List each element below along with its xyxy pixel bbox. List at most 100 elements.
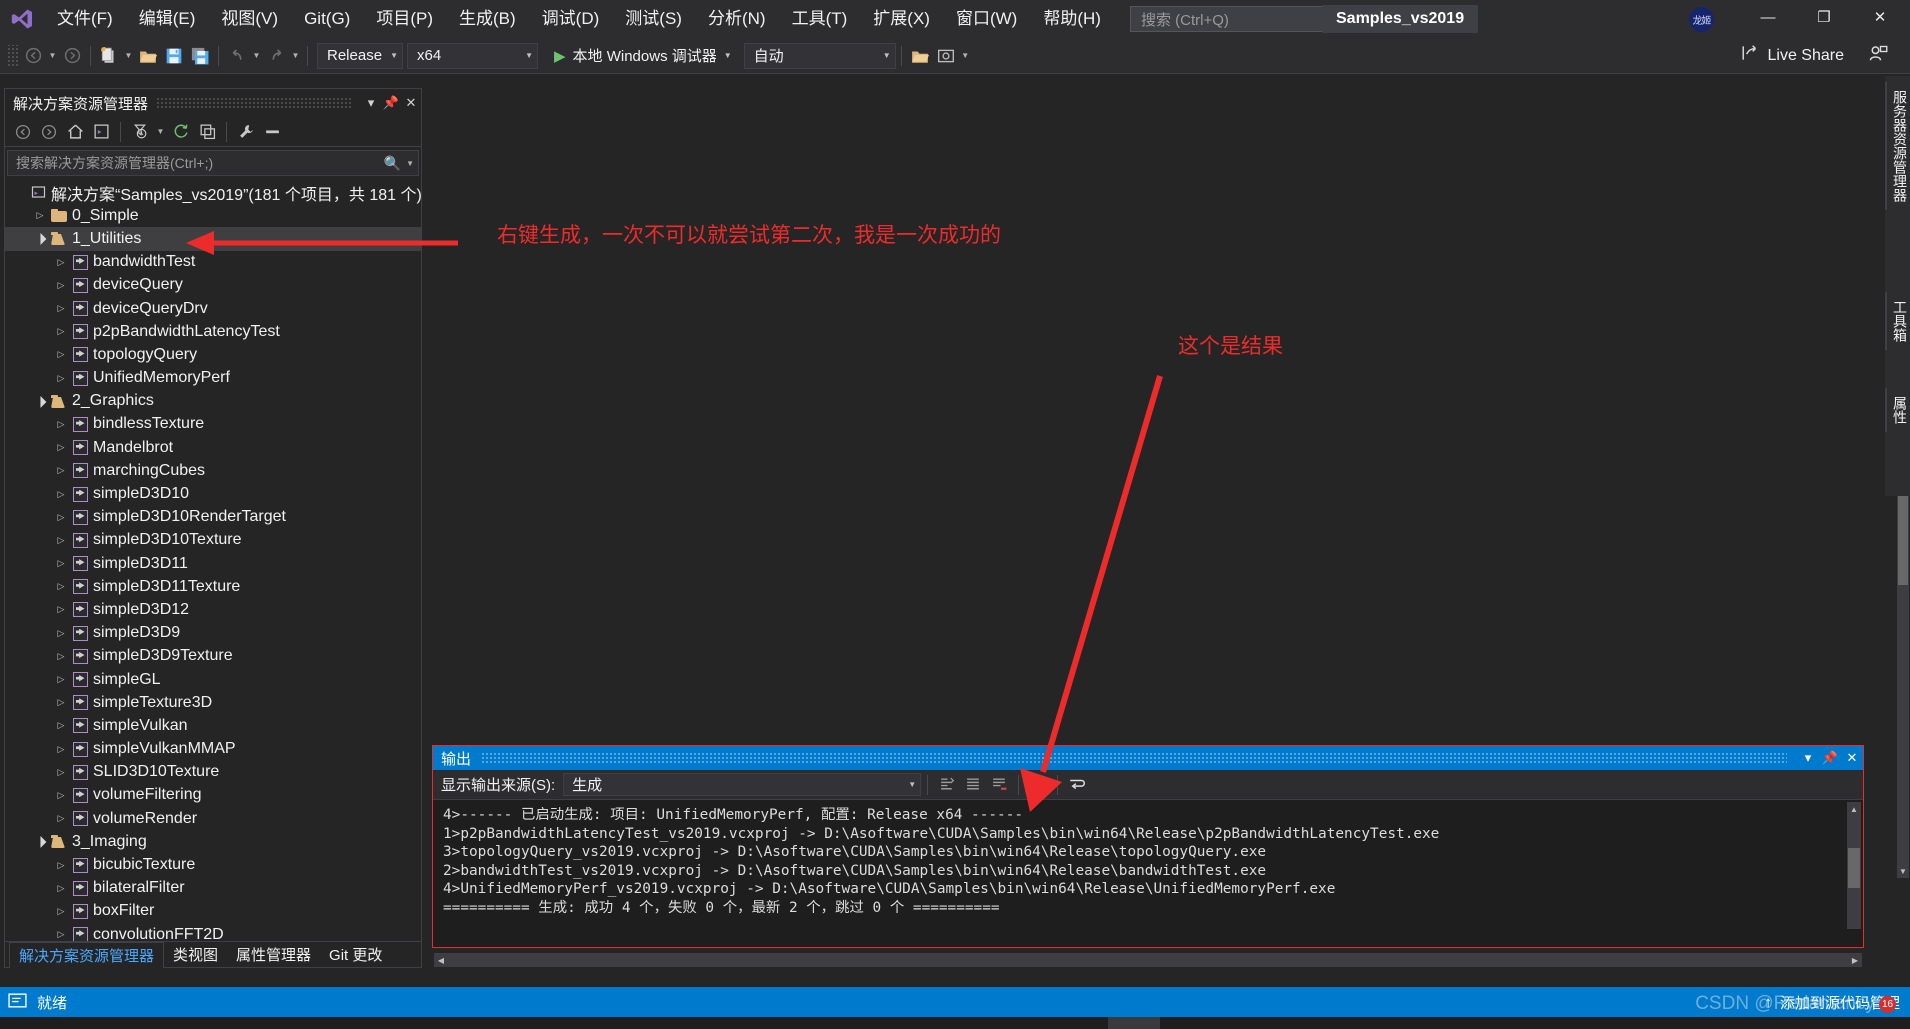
redo-icon[interactable] (263, 43, 289, 69)
pending-changes-filter-icon[interactable] (128, 120, 152, 144)
scroll-down-icon[interactable]: ▼ (1897, 865, 1909, 878)
back-icon[interactable] (11, 120, 35, 144)
start-debug-button[interactable]: ▶ 本地 Windows 调试器 ▼ (546, 43, 736, 69)
chevron-right-icon[interactable]: ▷ (53, 929, 69, 940)
tree-item[interactable]: ▷ convolutionFFT2D (5, 923, 421, 941)
chevron-right-icon[interactable]: ▷ (53, 489, 69, 500)
chevron-right-icon[interactable]: ▷ (53, 604, 69, 615)
tree-item[interactable]: ▷ SLID3D10Texture (5, 761, 421, 784)
tree-item[interactable]: ▷ simpleD3D9 (5, 622, 421, 645)
chevron-right-icon[interactable]: ▷ (53, 813, 69, 824)
menu-item-file[interactable]: 文件(F) (44, 0, 126, 38)
scroll-right-icon[interactable]: ▶ (1848, 953, 1862, 967)
output-text-area[interactable]: 4>------ 已启动生成: 项目: UnifiedMemoryPerf, 配… (433, 800, 1863, 947)
menu-item-extensions[interactable]: 扩展(X) (860, 0, 943, 38)
tree-item[interactable]: ▷ simpleVulkanMMAP (5, 738, 421, 761)
panel-drag-dots[interactable] (481, 752, 1787, 764)
chevron-right-icon[interactable]: ▷ (53, 790, 69, 801)
tree-item[interactable]: ▷ simpleVulkan (5, 714, 421, 737)
chevron-right-icon[interactable]: ▷ (53, 860, 69, 871)
home-icon[interactable] (63, 120, 87, 144)
chevron-right-icon[interactable]: ▷ (53, 558, 69, 569)
tree-item[interactable]: ▷ boxFilter (5, 900, 421, 923)
undo-icon[interactable] (224, 43, 250, 69)
tree-item[interactable]: ▷ p2pBandwidthLatencyTest (5, 320, 421, 343)
tab-solution-explorer[interactable]: 解决方案资源管理器 (9, 941, 165, 968)
screenshot-icon[interactable] (933, 43, 959, 69)
go-to-next-message-icon[interactable] (960, 772, 986, 798)
chevron-right-icon[interactable]: ▷ (53, 303, 69, 314)
tree-item[interactable]: ▷ deviceQueryDrv (5, 297, 421, 320)
undo-dropdown-icon[interactable]: ▼ (250, 43, 263, 69)
pin-icon[interactable]: 📌 (1819, 750, 1841, 766)
output-horizontal-scrollbar[interactable]: ◀ ▶ (434, 953, 1862, 967)
tree-item[interactable]: ▷ bilateralFilter (5, 877, 421, 900)
chevron-right-icon[interactable]: ▷ (53, 674, 69, 685)
tab-property-manager[interactable]: 属性管理器 (227, 942, 320, 967)
chevron-right-icon[interactable]: ▷ (53, 442, 69, 453)
menu-item-tools[interactable]: 工具(T) (779, 0, 861, 38)
redo-dropdown-icon[interactable]: ▼ (289, 43, 302, 69)
chevron-right-icon[interactable]: ▷ (53, 767, 69, 778)
tree-item[interactable]: ▷ simpleD3D9Texture (5, 645, 421, 668)
refresh-icon[interactable] (169, 120, 193, 144)
vtab-server-explorer[interactable]: 服务器资源管理器 (1885, 82, 1910, 210)
tree-item[interactable]: ▷ simpleD3D11Texture (5, 575, 421, 598)
new-project-dropdown-icon[interactable]: ▼ (122, 43, 135, 69)
menu-item-window[interactable]: 窗口(W) (943, 0, 1030, 38)
chevron-right-icon[interactable]: ▷ (53, 697, 69, 708)
solution-search-input[interactable]: 搜索解决方案资源管理器(Ctrl+;) 🔍 ▼ (7, 150, 419, 176)
open-folder-icon[interactable] (907, 43, 933, 69)
chevron-down-icon[interactable]: ▾ (1797, 750, 1819, 766)
chevron-right-icon[interactable]: ▷ (53, 349, 69, 360)
scroll-left-icon[interactable]: ◀ (434, 953, 448, 967)
chevron-down-icon[interactable]: ▾ (361, 95, 381, 111)
menu-item-view[interactable]: 视图(V) (208, 0, 291, 38)
toolbar-grip[interactable] (6, 44, 18, 67)
tab-git-changes[interactable]: Git 更改 (320, 942, 391, 967)
project-name-chip[interactable]: Samples_vs2019 (1322, 5, 1479, 33)
forward-icon[interactable] (37, 120, 61, 144)
tree-item[interactable]: ▷ bindlessTexture (5, 413, 421, 436)
close-button[interactable]: ✕ (1857, 0, 1903, 34)
close-icon[interactable]: ✕ (401, 95, 421, 111)
chevron-right-icon[interactable]: ▷ (53, 419, 69, 430)
save-all-icon[interactable] (187, 43, 213, 69)
tree-item[interactable]: ▷ simpleD3D10RenderTarget (5, 506, 421, 529)
tree-item[interactable]: ▷ simpleD3D11 (5, 552, 421, 575)
chevron-right-icon[interactable]: ▷ (53, 512, 69, 523)
minimize-button[interactable]: — (1745, 0, 1791, 34)
menu-item-edit[interactable]: 编辑(E) (126, 0, 209, 38)
chevron-down-icon[interactable]: ▼ (401, 159, 414, 168)
preview-selected-items-icon[interactable] (260, 120, 284, 144)
menu-item-project[interactable]: 项目(P) (363, 0, 446, 38)
filter-dropdown-icon[interactable]: ▼ (154, 119, 167, 145)
vtab-properties[interactable]: 属性 (1885, 388, 1910, 432)
open-file-icon[interactable] (135, 43, 161, 69)
find-message-icon[interactable] (934, 772, 960, 798)
tree-item[interactable]: ▷ simpleD3D12 (5, 598, 421, 621)
new-project-icon[interactable] (96, 43, 122, 69)
tree-item[interactable]: ▷ deviceQuery (5, 274, 421, 297)
tree-item[interactable]: 解决方案“Samples_vs2019”(181 个项目，共 181 个) (5, 181, 421, 204)
output-source-combo[interactable]: 生成 ▼ (563, 773, 922, 796)
tree-item[interactable]: ▷ bicubicTexture (5, 853, 421, 876)
tree-item[interactable]: ▷ 0_Simple (5, 204, 421, 227)
panel-drag-dots[interactable] (156, 97, 353, 109)
navigate-forward-icon[interactable] (59, 43, 85, 69)
tab-class-view[interactable]: 类视图 (164, 942, 227, 967)
navigate-back-dropdown-icon[interactable]: ▼ (46, 43, 59, 69)
chevron-right-icon[interactable]: ▷ (53, 628, 69, 639)
menu-item-analyze[interactable]: 分析(N) (695, 0, 779, 38)
save-icon[interactable] (161, 43, 187, 69)
tree-item[interactable]: ◢ 1_Utilities (5, 227, 421, 251)
tree-item[interactable]: ▷ simpleD3D10Texture (5, 529, 421, 552)
chevron-right-icon[interactable]: ▷ (53, 257, 69, 268)
chevron-right-icon[interactable]: ▷ (53, 535, 69, 546)
live-share-button[interactable]: Live Share (1741, 44, 1844, 67)
chevron-right-icon[interactable]: ▷ (53, 720, 69, 731)
menu-item-build[interactable]: 生成(B) (446, 0, 529, 38)
tree-item[interactable]: ◢ 2_Graphics (5, 390, 421, 413)
tree-item[interactable]: ▷ marchingCubes (5, 459, 421, 482)
platform-combo[interactable]: x64 ▼ (407, 42, 538, 69)
